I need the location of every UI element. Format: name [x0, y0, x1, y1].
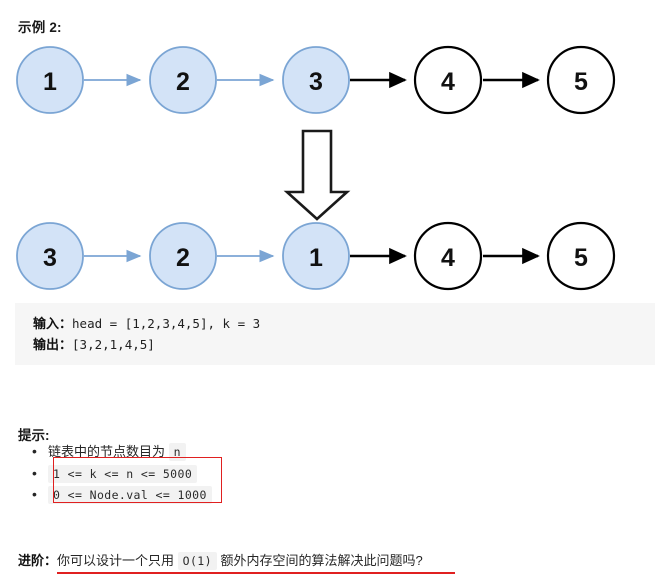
- node-label: 5: [574, 244, 588, 272]
- followup-label: 进阶：: [18, 553, 58, 568]
- node-label: 4: [441, 68, 455, 96]
- followup-line: 进阶：你可以设计一个只用 O(1) 额外内存空间的算法解决此问题吗?: [18, 551, 423, 571]
- node-label: 3: [309, 68, 323, 96]
- example-io-codeblock: 输入：head = [1,2,3,4,5], k = 3 输出：[3,2,1,4…: [15, 303, 655, 365]
- hint-code: 1 <= k <= n <= 5000: [48, 464, 198, 483]
- followup-text-before: 你可以设计一个只用: [57, 553, 178, 568]
- hint-code: 0 <= Node.val <= 1000: [48, 486, 212, 504]
- node-after-0: 3: [16, 222, 84, 290]
- followup-code: O(1): [177, 552, 217, 570]
- node-label: 5: [574, 68, 588, 96]
- problem-description-page: 示例 2: 1 2 3 4 5 3 2 1 4 5 输入：head = [1,2…: [0, 0, 663, 585]
- node-label: 3: [43, 244, 57, 272]
- input-label: 输入：: [33, 316, 73, 331]
- red-annotation-underline: [57, 572, 455, 574]
- hint-code: n: [168, 443, 186, 461]
- node-label: 2: [176, 244, 190, 272]
- hints-list: 链表中的节点数目为 n 1 <= k <= n <= 5000 0 <= Nod…: [30, 441, 212, 506]
- hint-item: 1 <= k <= n <= 5000: [32, 463, 212, 485]
- node-after-3: 4: [413, 221, 483, 291]
- hint-item: 0 <= Node.val <= 1000: [32, 484, 212, 506]
- hint-text: 链表中的节点数目为: [48, 444, 169, 459]
- linked-list-diagram: 1 2 3 4 5 3 2 1 4 5: [0, 34, 663, 292]
- output-value: [3,2,1,4,5]: [72, 337, 155, 352]
- node-before-3: 4: [413, 45, 483, 115]
- node-label: 2: [176, 68, 190, 96]
- example-input-line: 输入：head = [1,2,3,4,5], k = 3: [33, 313, 637, 334]
- followup-text-after: 额外内存空间的算法解决此问题吗?: [216, 553, 423, 568]
- node-after-2: 1: [282, 222, 350, 290]
- input-value: head = [1,2,3,4,5], k = 3: [72, 316, 261, 331]
- node-label: 1: [309, 244, 323, 272]
- node-after-1: 2: [149, 222, 217, 290]
- down-block-arrow-icon: [283, 129, 351, 221]
- node-after-4: 5: [546, 221, 616, 291]
- hint-item: 链表中的节点数目为 n: [32, 441, 212, 463]
- node-before-2: 3: [282, 46, 350, 114]
- node-label: 1: [43, 68, 57, 96]
- node-label: 4: [441, 244, 455, 272]
- node-before-0: 1: [16, 46, 84, 114]
- example-output-line: 输出：[3,2,1,4,5]: [33, 334, 637, 355]
- node-before-4: 5: [546, 45, 616, 115]
- output-label: 输出：: [33, 337, 73, 352]
- example-title: 示例 2:: [18, 20, 62, 35]
- node-before-1: 2: [149, 46, 217, 114]
